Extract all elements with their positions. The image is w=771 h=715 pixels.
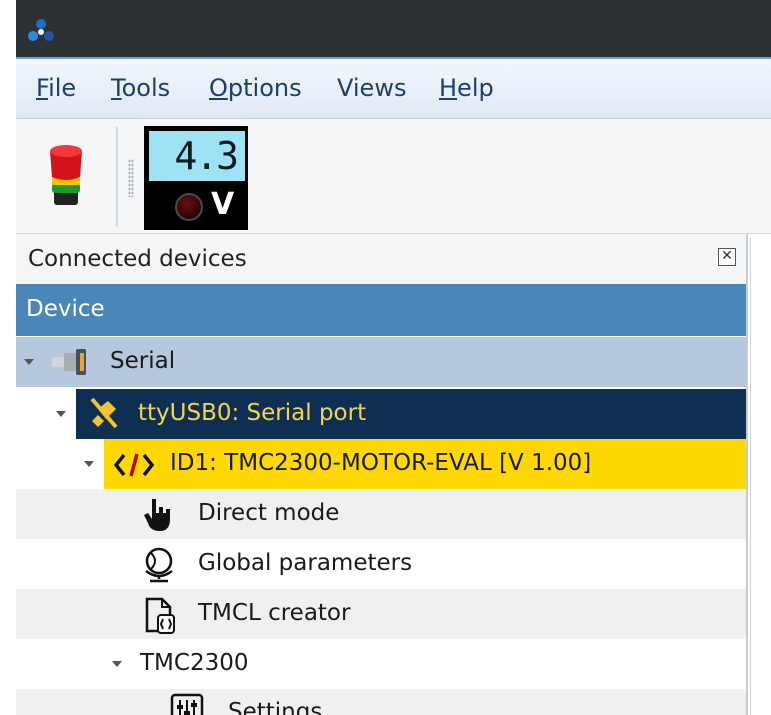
window-left-frame	[0, 0, 16, 715]
tree-item-label: Global parameters	[198, 550, 413, 576]
menu-file[interactable]: File	[36, 74, 76, 102]
app-logo-icon	[28, 19, 54, 41]
menu-views[interactable]: Views	[337, 74, 406, 102]
globe-icon	[145, 547, 173, 583]
document-icon	[145, 597, 175, 634]
tree-item-label: TMCL creator	[198, 600, 351, 626]
tree-item-serial[interactable]: Serial	[16, 337, 746, 387]
title-bar	[16, 0, 771, 57]
tree-item-label: TMC2300	[140, 650, 249, 676]
tree-item-label: Settings	[228, 699, 323, 715]
menu-tools[interactable]: Tools	[111, 74, 170, 102]
code-brackets-icon	[114, 453, 154, 477]
disconnected-plug-icon	[90, 397, 118, 429]
expand-arrow-icon[interactable]	[56, 411, 66, 417]
expand-arrow-icon[interactable]	[84, 461, 94, 467]
dock-title-bar: Connected devices ✕	[16, 234, 746, 284]
tree-item-port[interactable]: ttyUSB0: Serial port	[16, 389, 746, 439]
tree-item-label: ttyUSB0: Serial port	[138, 400, 367, 426]
tree-item-module[interactable]: ID1: TMC2300-MOTOR-EVAL [V 1.00]	[16, 439, 746, 489]
menu-help[interactable]: Help	[439, 74, 494, 102]
expand-arrow-icon[interactable]	[112, 661, 122, 667]
voltage-unit: V	[211, 187, 235, 222]
toolbar: 4.3 V	[16, 119, 771, 234]
main-area	[750, 238, 771, 715]
tree-item-settings[interactable]: Settings	[16, 689, 746, 715]
tree-item-label: Direct mode	[198, 500, 340, 526]
voltage-led-icon	[175, 193, 203, 221]
expand-arrow-icon[interactable]	[24, 359, 34, 365]
menu-options[interactable]: Options	[209, 74, 302, 102]
toolbar-grip[interactable]	[128, 159, 134, 197]
supply-voltage-indicator: 4.3 V	[144, 126, 248, 230]
voltage-display: 4.3	[149, 131, 245, 181]
dock-title: Connected devices	[28, 246, 247, 272]
column-header-label: Device	[26, 296, 105, 322]
tree-item-global-parameters[interactable]: Global parameters	[16, 539, 746, 589]
tree-item-label: Serial	[110, 348, 176, 374]
serial-plug-icon	[52, 349, 86, 375]
menu-bar: File Tools Options Views Help	[16, 57, 771, 119]
toolbar-separator	[116, 127, 118, 227]
tree-item-tmcl-creator[interactable]: TMCL creator	[16, 589, 746, 639]
dock-close-button[interactable]: ✕	[718, 248, 736, 266]
tree-item-direct-mode[interactable]: Direct mode	[16, 489, 746, 539]
sliders-icon	[170, 693, 204, 715]
tree-item-tmc2300[interactable]: TMC2300	[16, 639, 746, 689]
tree-item-label: ID1: TMC2300-MOTOR-EVAL [V 1.00]	[170, 450, 592, 476]
tree-column-header[interactable]: Device	[16, 284, 746, 336]
emergency-stop-icon[interactable]	[44, 143, 88, 211]
splitter[interactable]	[746, 234, 748, 715]
hand-pointer-icon	[144, 499, 170, 531]
